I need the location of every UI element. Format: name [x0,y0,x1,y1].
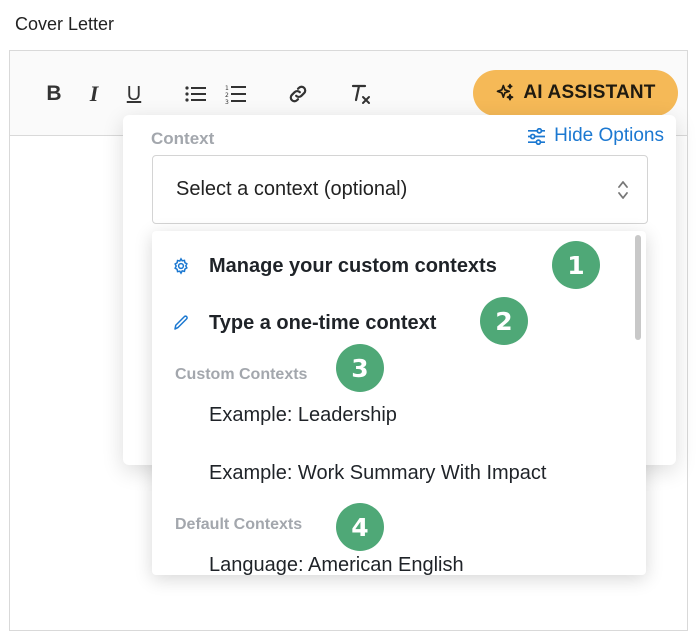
svg-text:3: 3 [225,99,229,104]
one-time-context-option[interactable]: Type a one-time context [152,303,622,343]
numbered-list-icon: 1 2 3 [225,85,246,104]
ai-assistant-label: AI ASSISTANT [523,82,656,103]
pencil-icon [170,312,192,334]
custom-context-option[interactable]: Example: Leadership [152,395,622,435]
link-button[interactable] [285,81,311,107]
default-context-option[interactable]: Language: American English [152,545,622,576]
numbered-list-button[interactable]: 1 2 3 [223,81,249,107]
bulleted-list-icon [185,86,206,102]
bold-button[interactable]: B [41,81,67,107]
step-badge-2: 2 [480,297,528,345]
bold-icon: B [46,82,62,105]
context-select[interactable]: Select a context (optional) [152,155,648,224]
clear-formatting-button[interactable] [347,81,373,107]
step-badge-4: 4 [336,503,384,551]
option-label: Type a one-time context [209,311,437,334]
dropdown-scrollbar[interactable] [635,235,641,340]
context-select-value: Select a context (optional) [176,178,408,200]
option-label: Example: Work Summary With Impact [209,461,547,484]
option-label: Example: Leadership [209,403,397,426]
option-label: Manage your custom contexts [209,254,497,277]
svg-text:2: 2 [225,92,229,99]
hide-options-label: Hide Options [554,125,664,146]
underline-icon: U [126,82,142,105]
link-icon [289,85,307,103]
select-chevron-icon [618,181,628,199]
step-badge-3: 3 [336,344,384,392]
hide-options-button[interactable]: Hide Options [527,125,664,147]
bulleted-list-button[interactable] [183,81,209,107]
ai-assistant-button[interactable]: AI ASSISTANT [473,70,678,116]
option-label: Language: American English [209,553,464,576]
underline-button[interactable]: U [121,81,147,107]
sparkle-icon [497,83,514,101]
sliders-icon [528,127,546,145]
svg-text:1: 1 [225,85,229,92]
custom-contexts-header: Custom Contexts [175,366,308,383]
field-label: Cover Letter [15,14,115,34]
step-badge-1: 1 [552,241,600,289]
italic-button[interactable]: I [81,81,107,107]
custom-context-option[interactable]: Example: Work Summary With Impact [152,453,622,493]
gear-icon [170,255,192,277]
clear-formatting-icon [351,84,370,104]
context-label: Context [151,129,215,148]
italic-icon: I [89,81,99,106]
default-contexts-header: Default Contexts [175,516,303,533]
